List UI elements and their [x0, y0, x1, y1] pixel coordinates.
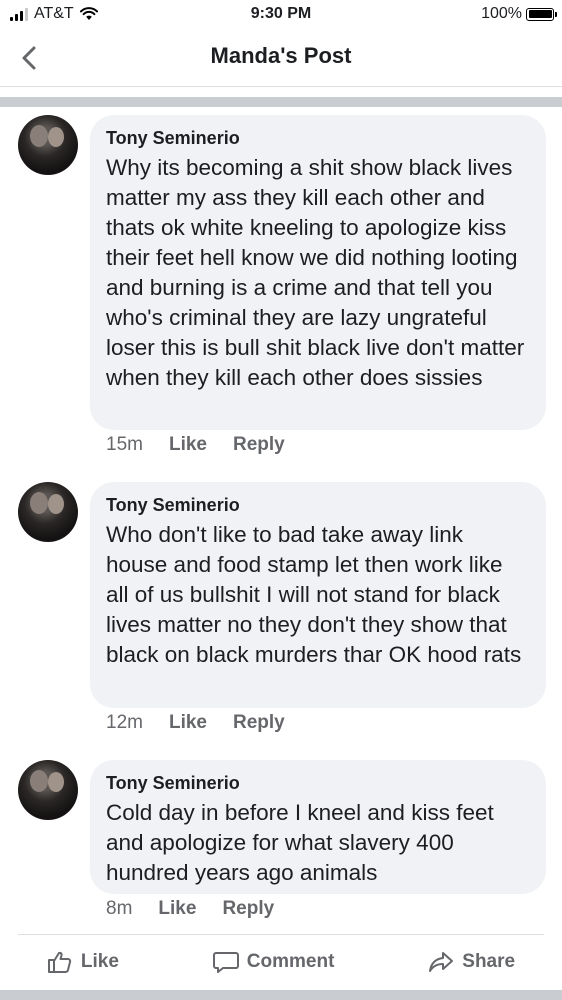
comment-bubble[interactable]: Tony Seminerio Who don't like to bad tak… [90, 482, 546, 708]
comment-text: Who don't like to bad take away link hou… [106, 522, 522, 667]
comment-actions: 12m Like Reply [106, 712, 285, 734]
bottom-separator [0, 990, 562, 1000]
comment-icon [212, 952, 239, 973]
footer-share-button[interactable]: Share [428, 950, 515, 974]
comment-text: Why its becoming a shit show black lives… [106, 155, 525, 390]
like-button[interactable]: Like [169, 712, 207, 734]
comment-actions: 8m Like Reply [106, 898, 274, 920]
comment-time: 12m [106, 712, 143, 733]
status-bar: AT&T 9:30 PM 100% [0, 0, 562, 30]
comment-bubble[interactable]: Tony Seminerio Why its becoming a shit s… [90, 115, 546, 430]
comment-time: 8m [106, 898, 133, 919]
reply-button[interactable]: Reply [222, 898, 274, 920]
comment-time: 15m [106, 434, 143, 455]
status-time: 9:30 PM [250, 5, 312, 22]
post-action-bar: Like Comment Share [0, 942, 562, 982]
like-button[interactable]: Like [158, 898, 196, 920]
share-icon [429, 952, 454, 972]
avatar[interactable] [18, 760, 78, 820]
comment-author[interactable]: Tony Seminerio [106, 494, 530, 516]
reply-button[interactable]: Reply [233, 434, 285, 456]
like-button[interactable]: Like [169, 434, 207, 456]
footer-share-label: Share [462, 951, 516, 972]
comment-actions: 15m Like Reply [106, 434, 285, 456]
footer-like-label: Like [80, 951, 119, 972]
comment-bubble[interactable]: Tony Seminerio Cold day in before I knee… [90, 760, 546, 894]
avatar[interactable] [18, 482, 78, 542]
comment-text: Cold day in before I kneel and kiss feet… [106, 800, 494, 885]
status-right: 100% [481, 5, 557, 23]
footer-comment-label: Comment [246, 951, 335, 972]
footer-comment-button[interactable]: Comment [212, 950, 335, 974]
reply-button[interactable]: Reply [233, 712, 285, 734]
comment-author[interactable]: Tony Seminerio [106, 127, 530, 149]
battery-icon [526, 7, 557, 21]
navigation-bar: Manda's Post [0, 30, 562, 87]
comment-author[interactable]: Tony Seminerio [106, 772, 530, 794]
battery-percent: 100% [481, 5, 522, 22]
top-separator [0, 97, 562, 107]
avatar[interactable] [18, 115, 78, 175]
footer-divider [18, 934, 544, 935]
footer-like-button[interactable]: Like [47, 950, 119, 974]
thumbs-up-icon [47, 951, 72, 973]
page-title: Manda's Post [210, 43, 352, 68]
